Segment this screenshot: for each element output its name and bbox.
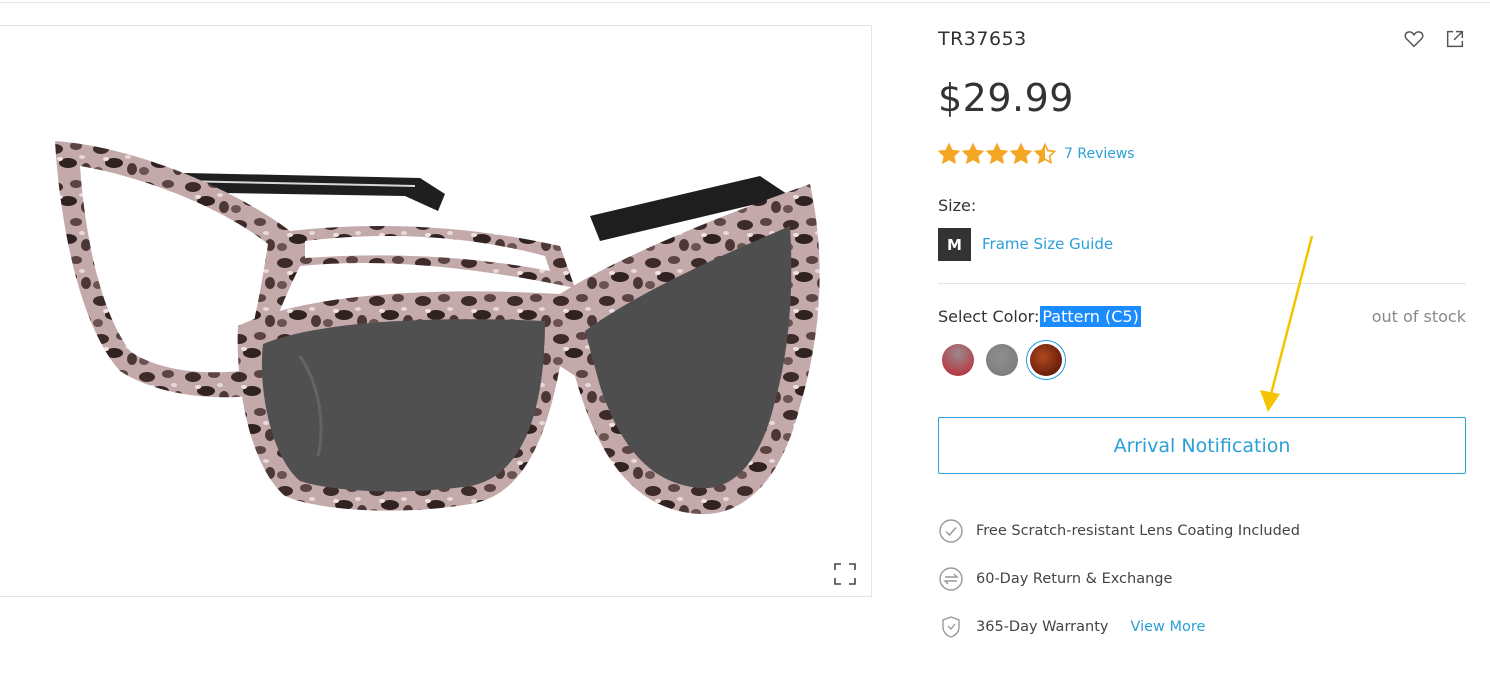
section-divider — [938, 283, 1466, 284]
frame-size-guide-link[interactable]: Frame Size Guide — [982, 235, 1113, 253]
rating-row: 7 Reviews — [938, 142, 1135, 166]
star-full-icon — [1010, 143, 1032, 165]
star-full-icon — [938, 143, 960, 165]
benefit-label: 60-Day Return & Exchange — [976, 571, 1173, 587]
star-rating — [938, 143, 1056, 165]
color-swatch-red-gradient[interactable] — [942, 344, 974, 376]
star-full-icon — [962, 143, 984, 165]
benefit-label: 365-Day Warranty — [976, 619, 1109, 635]
color-swatch-grey[interactable] — [986, 344, 1018, 376]
benefit-label: Free Scratch-resistant Lens Coating Incl… — [976, 523, 1300, 539]
fullscreen-icon[interactable] — [833, 562, 857, 586]
top-divider — [0, 2, 1490, 3]
view-more-link[interactable]: View More — [1130, 619, 1205, 635]
product-sku: TR37653 — [938, 28, 1027, 50]
benefit-lens-coating: Free Scratch-resistant Lens Coating Incl… — [938, 518, 1300, 544]
size-label: Size: — [938, 196, 977, 215]
size-option-m[interactable]: M — [938, 228, 971, 261]
color-label: Select Color: — [938, 307, 1040, 326]
product-image-gallery[interactable] — [0, 25, 872, 597]
color-swatches — [942, 340, 1066, 380]
star-half-icon — [1034, 143, 1056, 165]
selected-color-name: Pattern (C5) — [1040, 306, 1141, 327]
shield-icon — [942, 616, 960, 638]
share-icon[interactable] — [1444, 28, 1466, 50]
heart-icon[interactable] — [1403, 28, 1425, 50]
annotation-arrow-icon — [1260, 235, 1314, 412]
exchange-icon — [939, 567, 963, 591]
benefit-warranty: 365-Day Warranty View More — [938, 614, 1205, 640]
stock-status: out of stock — [1371, 307, 1466, 326]
color-selector-row: Select Color: Pattern (C5) — [938, 306, 1141, 327]
reviews-link[interactable]: 7 Reviews — [1064, 146, 1135, 162]
arrival-notification-button[interactable]: Arrival Notification — [938, 417, 1466, 474]
check-circle-icon — [939, 519, 963, 543]
product-image — [55, 141, 820, 515]
benefit-return-exchange: 60-Day Return & Exchange — [938, 566, 1172, 592]
product-price: $29.99 — [938, 76, 1074, 120]
color-swatch-brown-pattern[interactable] — [1026, 340, 1066, 380]
star-full-icon — [986, 143, 1008, 165]
